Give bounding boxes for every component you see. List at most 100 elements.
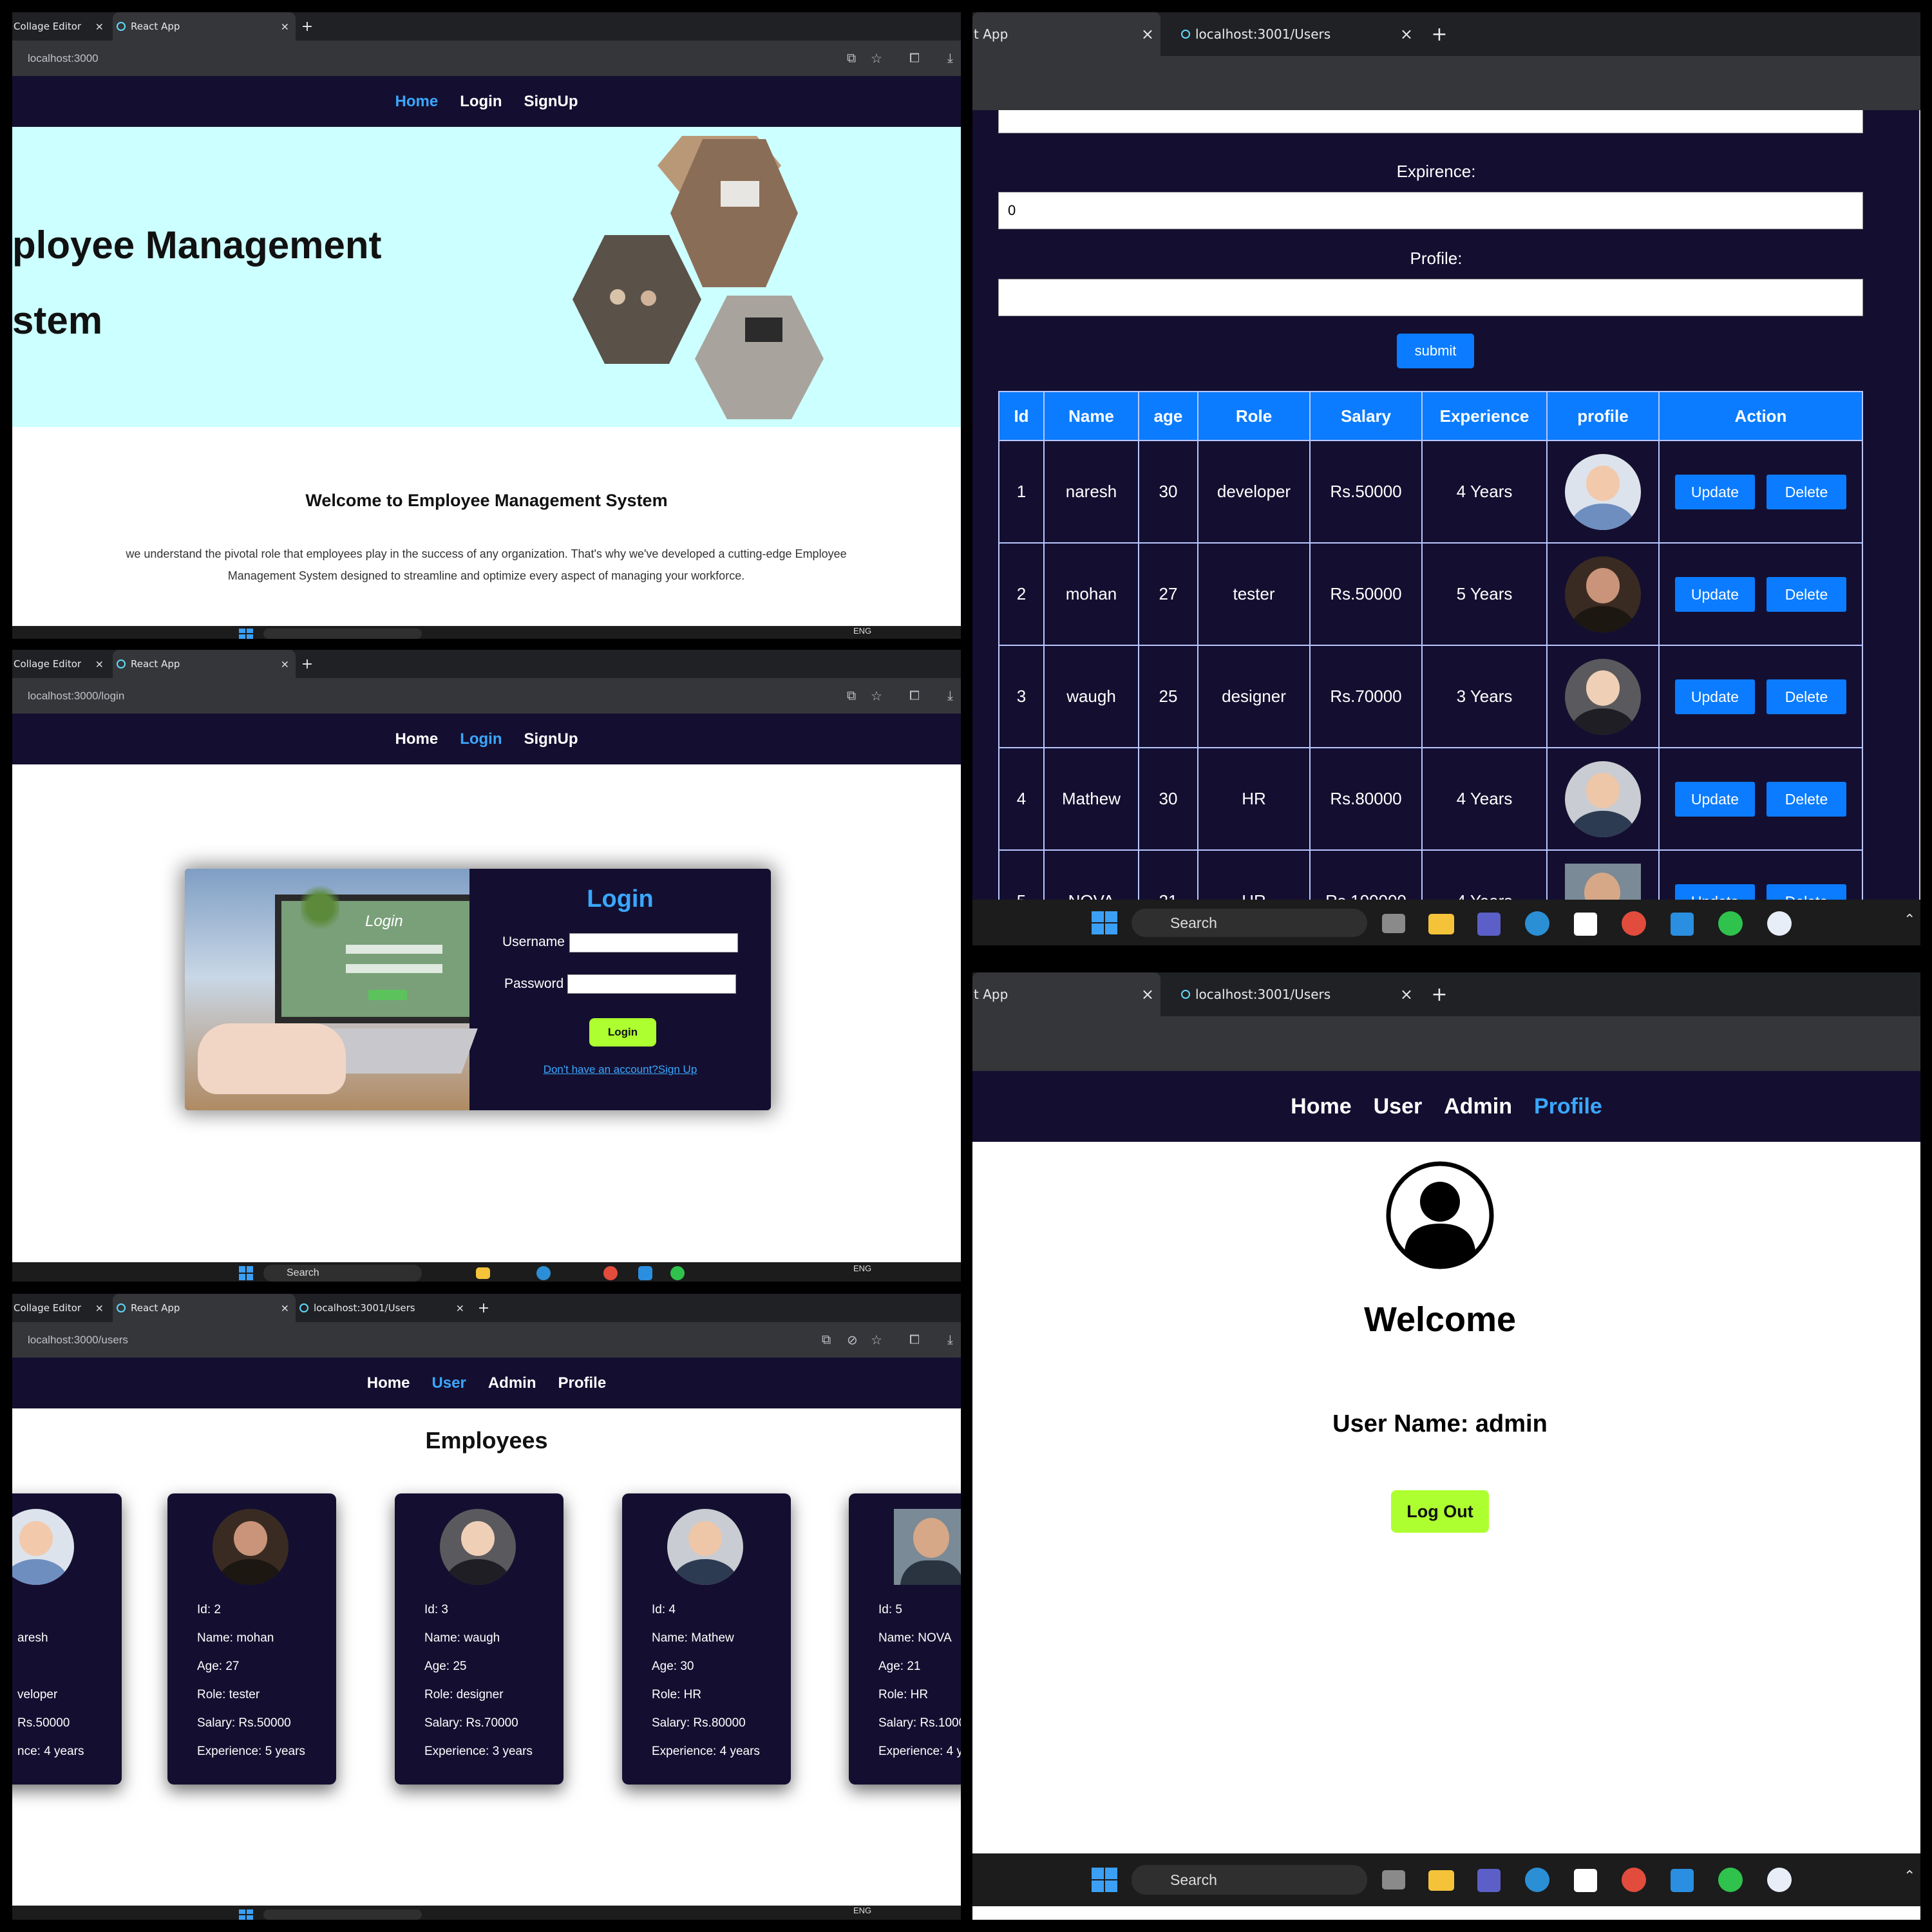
nav-profile[interactable]: Profile: [1534, 1094, 1602, 1119]
tab-react-app[interactable]: React App ×: [113, 12, 296, 41]
extensions-icon[interactable]: ⧠: [909, 51, 920, 66]
nav-user[interactable]: User: [1374, 1094, 1423, 1119]
cast-icon[interactable]: ⧉: [847, 688, 856, 703]
tab-localhost-users[interactable]: localhost:3001/Users ×: [1168, 12, 1419, 56]
windows-start-icon[interactable]: [1092, 1868, 1117, 1892]
windows-start-icon[interactable]: [1092, 911, 1117, 934]
address-bar[interactable]: localhost:3000 ⧉ ☆ ⧠ ⤓: [12, 41, 961, 76]
profile-input[interactable]: [998, 279, 1863, 316]
nav-login[interactable]: Login: [460, 730, 502, 748]
close-icon[interactable]: ×: [1400, 25, 1413, 43]
url-text[interactable]: localhost:3000/login: [28, 690, 124, 703]
tab-react-app[interactable]: t App ×: [972, 12, 1160, 56]
new-tab-button[interactable]: +: [1423, 972, 1455, 1016]
nav-home[interactable]: Home: [1291, 1094, 1351, 1119]
store-icon[interactable]: [1574, 913, 1597, 936]
delete-button[interactable]: Delete: [1766, 884, 1846, 900]
whatsapp-icon[interactable]: [1718, 911, 1743, 936]
nav-signup[interactable]: SignUp: [524, 730, 578, 748]
address-bar[interactable]: localhost:3000/users ⧉ ⊘ ☆ ⧠ ⤓: [12, 1322, 961, 1358]
edge-icon[interactable]: [1525, 1868, 1549, 1892]
new-tab-button[interactable]: +: [472, 1294, 495, 1322]
url-text[interactable]: localhost:3000: [28, 52, 99, 65]
new-tab-button[interactable]: +: [296, 650, 319, 678]
new-tab-button[interactable]: +: [296, 12, 319, 41]
whatsapp-icon[interactable]: [670, 1266, 685, 1280]
close-icon[interactable]: ×: [1141, 985, 1154, 1003]
eye-off-icon[interactable]: ⊘: [847, 1332, 858, 1348]
taskbar-search[interactable]: Search: [1132, 909, 1367, 937]
update-button[interactable]: Update: [1675, 576, 1755, 612]
extensions-icon[interactable]: ⧠: [909, 1332, 920, 1347]
taskbar-search[interactable]: [263, 629, 422, 639]
update-button[interactable]: Update: [1675, 884, 1755, 900]
store-icon[interactable]: [1574, 1869, 1597, 1892]
cast-icon[interactable]: ⧉: [822, 1332, 831, 1347]
tab-react-app[interactable]: React App ×: [113, 650, 296, 678]
close-icon[interactable]: ×: [95, 1302, 104, 1314]
star-icon[interactable]: ☆: [871, 1332, 882, 1348]
update-button[interactable]: Update: [1675, 781, 1755, 817]
close-icon[interactable]: ×: [281, 658, 289, 670]
address-bar[interactable]: [972, 56, 1920, 110]
cast-icon[interactable]: ⧉: [847, 51, 856, 66]
whatsapp-icon[interactable]: [1718, 1868, 1743, 1892]
close-icon[interactable]: ×: [95, 21, 104, 33]
chrome-icon[interactable]: [1622, 1868, 1646, 1892]
file-explorer-icon[interactable]: [1428, 914, 1454, 934]
close-icon[interactable]: ×: [456, 1302, 464, 1314]
delete-button[interactable]: Delete: [1766, 576, 1846, 612]
chevron-up-icon[interactable]: ⌃: [1904, 1868, 1915, 1884]
logout-button[interactable]: Log Out: [1391, 1490, 1489, 1533]
tab-localhost-users[interactable]: localhost:3001/Users ×: [1168, 972, 1419, 1016]
nav-signup[interactable]: SignUp: [524, 93, 578, 111]
nav-home[interactable]: Home: [395, 730, 439, 748]
url-text[interactable]: localhost:3000/users: [28, 1334, 128, 1347]
delete-button[interactable]: Delete: [1766, 679, 1846, 714]
delete-button[interactable]: Delete: [1766, 781, 1846, 817]
username-input[interactable]: [569, 933, 738, 952]
close-icon[interactable]: ×: [281, 1302, 289, 1314]
nav-home[interactable]: Home: [367, 1374, 410, 1392]
signup-link[interactable]: Don't have an account?Sign Up: [469, 1063, 771, 1076]
update-button[interactable]: Update: [1675, 679, 1755, 714]
taskbar-search[interactable]: Search: [1132, 1865, 1367, 1895]
close-icon[interactable]: ×: [281, 21, 289, 33]
task-view-icon[interactable]: [1382, 914, 1405, 933]
nav-admin[interactable]: Admin: [488, 1374, 536, 1392]
windows-start-icon[interactable]: [239, 1909, 253, 1920]
extensions-icon[interactable]: ⧠: [909, 688, 920, 703]
address-bar[interactable]: localhost:3000/login ⧉ ☆ ⧠ ⤓: [12, 678, 961, 714]
download-icon[interactable]: ⤓: [947, 51, 953, 66]
tab-collage-editor[interactable]: Collage Editor ×: [12, 1294, 110, 1322]
password-input[interactable]: [567, 974, 736, 994]
tab-collage-editor[interactable]: Collage Editor ×: [12, 650, 110, 678]
nav-admin[interactable]: Admin: [1444, 1094, 1512, 1119]
chrome-icon[interactable]: [1622, 911, 1646, 936]
close-icon[interactable]: ×: [1400, 985, 1413, 1003]
chevron-up-icon[interactable]: ⌃: [1904, 911, 1915, 928]
edge-icon[interactable]: [536, 1266, 551, 1280]
login-button[interactable]: Login: [589, 1018, 656, 1046]
vscode-icon[interactable]: [1671, 913, 1694, 936]
nav-user[interactable]: User: [431, 1374, 466, 1392]
vscode-icon[interactable]: [1671, 1869, 1694, 1892]
file-explorer-icon[interactable]: [1428, 1870, 1454, 1891]
close-icon[interactable]: ×: [1141, 25, 1154, 43]
star-icon[interactable]: ☆: [871, 688, 882, 704]
edge-icon[interactable]: [1525, 911, 1549, 936]
app-icon[interactable]: [1767, 1868, 1792, 1892]
nav-login[interactable]: Login: [460, 93, 502, 111]
windows-start-icon[interactable]: [239, 1266, 253, 1280]
new-tab-button[interactable]: +: [1423, 12, 1455, 56]
taskbar-search[interactable]: Search: [263, 1265, 422, 1282]
star-icon[interactable]: ☆: [871, 50, 882, 66]
submit-button[interactable]: submit: [1397, 334, 1474, 368]
delete-button[interactable]: Delete: [1766, 474, 1846, 509]
vscode-icon[interactable]: [638, 1266, 652, 1280]
task-view-icon[interactable]: [1382, 1870, 1405, 1889]
tab-collage-editor[interactable]: Collage Editor ×: [12, 12, 110, 41]
close-icon[interactable]: ×: [95, 658, 104, 670]
chrome-icon[interactable]: [603, 1266, 618, 1280]
nav-profile[interactable]: Profile: [558, 1374, 607, 1392]
